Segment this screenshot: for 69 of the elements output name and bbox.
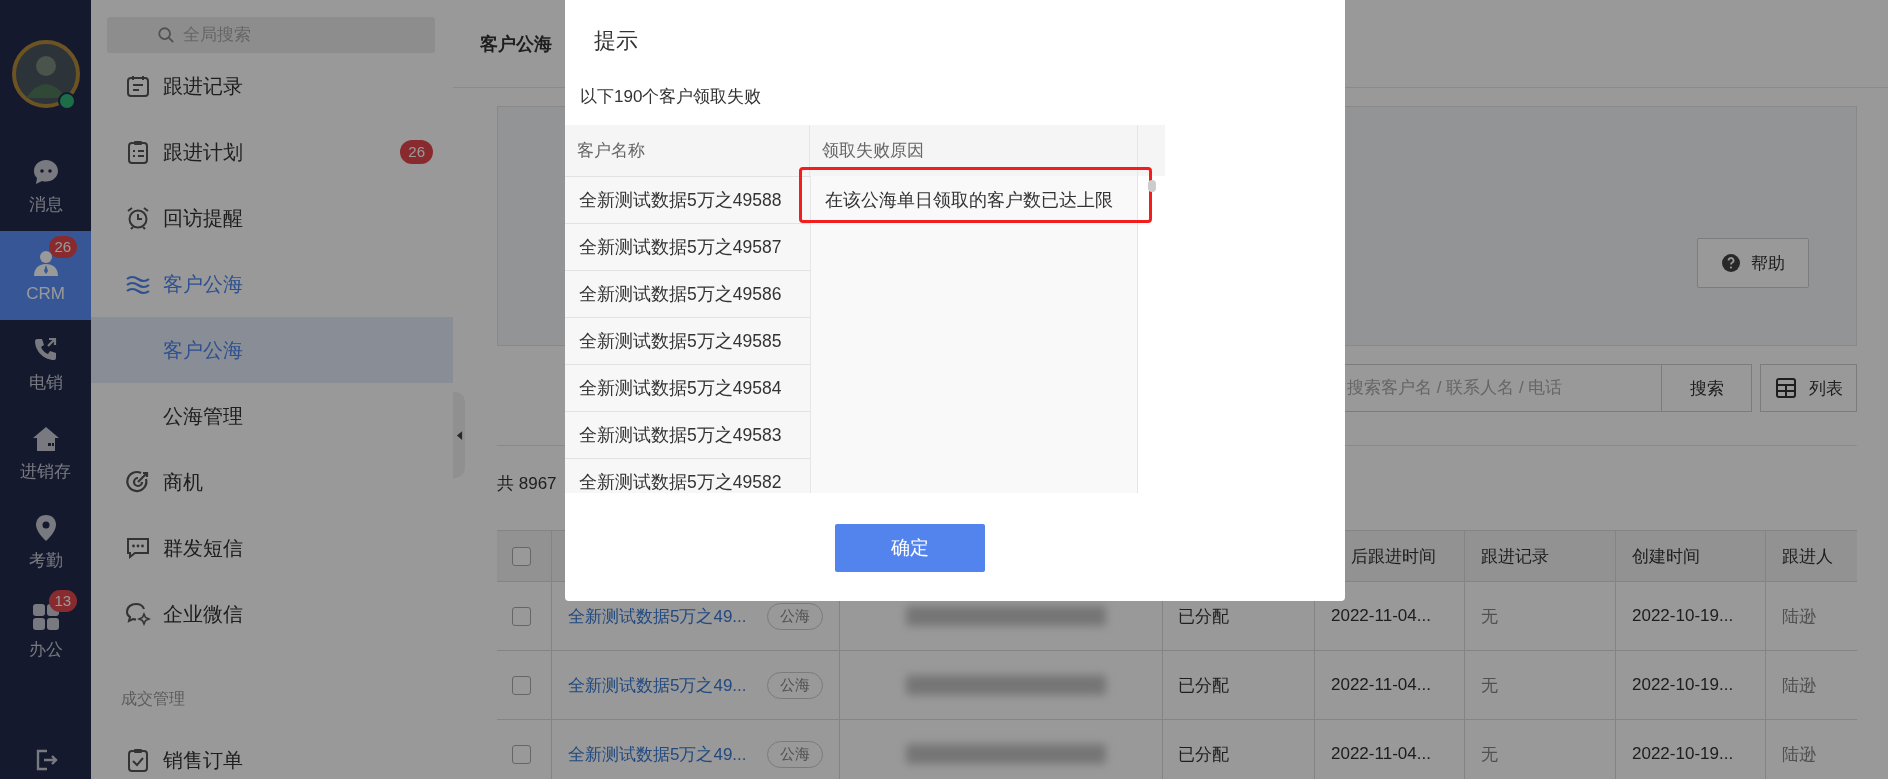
page-title: 客户公海 [480,32,552,56]
sidebar-item[interactable]: 客户公海 [91,251,453,317]
alarm-clock-icon [125,205,151,231]
rail-item[interactable]: 考勤 [0,498,91,587]
view-button[interactable]: 列表 [1760,364,1857,412]
confirm-button[interactable]: 确定 [835,524,985,572]
rail-item[interactable]: 13 办公 [0,587,91,676]
table-icon [1774,377,1797,399]
column-header: 客户名称 [577,140,645,162]
customer-link[interactable]: 全新测试数据5万之49... [568,742,747,766]
sidebar-item[interactable]: 跟进记录 [91,53,453,119]
sidebar-item[interactable]: 群发短信 [91,515,453,581]
count-badge: 26 [48,235,78,258]
rail-item[interactable]: 26 CRM [0,231,91,320]
chat-sparkle-icon [125,601,151,627]
table-cell: 2022-10-19... [1632,744,1734,764]
table-cell-text: 陆逊 [1782,674,1816,697]
customer-link[interactable]: 全新测试数据5万之49... [568,673,747,697]
table-cell: 2022-11-04... [1331,675,1431,695]
table-cell-text: 在该公海单日领取的客户数已达上限 [825,188,1113,212]
sidebar-item[interactable]: 企业微信 [91,581,453,647]
rail-item[interactable]: 电销 [0,320,91,409]
help-button[interactable]: 帮助 [1697,238,1809,288]
count-badge: 26 [400,140,433,164]
avatar[interactable] [11,40,80,108]
column-header[interactable]: 跟进人 [1782,544,1833,568]
table-cell-text: 已分配 [1178,674,1229,697]
column-header[interactable]: 跟进记录 [1481,544,1549,568]
table-cell-text: 无 [1481,674,1498,697]
rail-item[interactable]: 消息 [0,142,91,231]
sidebar-item[interactable]: 跟进计划 26 [91,119,453,185]
collapse-handle[interactable] [453,392,465,478]
column-header: 领取失败原因 [822,140,924,162]
checkbox[interactable] [512,744,531,764]
table-cell-text: 已分配 [1178,605,1229,628]
rail-item[interactable]: 进销存 [0,409,91,498]
sidebar-item[interactable]: 销售订单 [91,727,453,779]
column-header[interactable]: 后跟进时间 [1351,544,1436,568]
chat-dots-icon [125,535,151,561]
count-badge: 13 [48,590,78,612]
clipboard-icon [125,139,151,165]
dialog-title: 提示 [593,27,639,55]
table-cell: 2022-11-04... [1331,606,1431,626]
checkbox[interactable] [512,675,531,695]
clipboard-check-icon [125,747,151,773]
scrollbar-thumb[interactable] [1148,180,1156,192]
status-dot [58,92,76,110]
sidebar-subitem[interactable]: 公海管理 [91,383,453,449]
search-button[interactable]: 搜索 [1661,364,1752,412]
note-icon [125,73,151,99]
table-cell-text: 陆逊 [1782,605,1816,628]
search-icon [157,26,175,44]
sidebar-item[interactable]: 商机 [91,449,453,515]
checkbox[interactable] [512,606,531,626]
table-cell-text: 无 [1481,743,1498,766]
table-cell-text: 无 [1481,605,1498,628]
dialog-message: 以下190个客户领取失败 [579,86,763,108]
table-cell: 2022-10-19... [1632,675,1734,695]
column-header[interactable]: 创建时间 [1632,544,1700,568]
table-cell: 2022-11-04... [1331,744,1431,764]
checkbox[interactable] [512,546,531,566]
table-cell-text: 陆逊 [1782,743,1816,766]
help-icon [1721,253,1741,273]
target-icon [125,469,151,495]
section-title: 成交管理 [120,688,186,709]
sidebar-item[interactable]: 回访提醒 [91,185,453,251]
table-cell: 2022-10-19... [1632,606,1734,626]
table-cell-text: 已分配 [1178,743,1229,766]
customer-link[interactable]: 全新测试数据5万之49... [568,604,747,628]
